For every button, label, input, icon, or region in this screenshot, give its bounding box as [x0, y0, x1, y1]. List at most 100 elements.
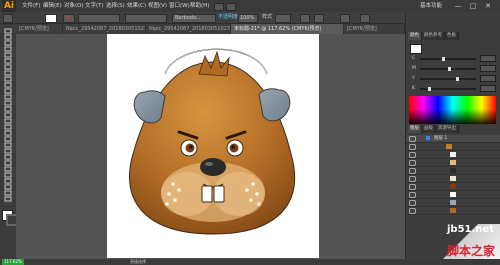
brush-value: Barbodo... — [175, 15, 201, 21]
canvas[interactable] — [16, 34, 404, 258]
tab-asset-export[interactable]: 资源导出 — [436, 125, 459, 133]
opacity-field[interactable]: 100% — [238, 14, 258, 23]
maximize-button[interactable]: □ — [467, 0, 479, 12]
align-icon[interactable] — [300, 14, 310, 23]
variable-width-field[interactable] — [125, 14, 167, 23]
menu-help[interactable]: 帮助(H) — [190, 0, 209, 12]
style-label: 样式 — [262, 14, 273, 20]
visibility-eye-icon[interactable] — [409, 160, 416, 166]
layer-row[interactable] — [406, 191, 500, 199]
visibility-eye-icon[interactable] — [409, 200, 416, 206]
slider-c-label: C — [412, 56, 416, 61]
menu-edit[interactable]: 编辑(E) — [43, 0, 62, 12]
slider-k[interactable] — [420, 87, 476, 91]
slider-k-field[interactable] — [480, 85, 496, 92]
slider-y-field[interactable] — [480, 75, 496, 82]
zoom-field[interactable]: 117.62% — [2, 259, 24, 265]
menu-bar: Ai 文件(F) 编辑(E) 对象(O) 文字(T) 选择(S) 效果(C) 视… — [0, 0, 500, 12]
layer-row[interactable] — [406, 199, 500, 207]
minimize-button[interactable]: — — [452, 0, 464, 12]
toolbox — [0, 24, 18, 259]
watermark-site: jb51.net — [447, 224, 494, 235]
menu-window[interactable]: 窗口(W) — [169, 0, 190, 12]
menu-effect[interactable]: 效果(C) — [127, 0, 146, 12]
layer-row[interactable] — [406, 143, 500, 151]
tab-doc-1[interactable]: [CMYK/预览] — [16, 24, 63, 34]
visibility-eye-icon[interactable] — [409, 184, 416, 190]
slider-c[interactable] — [420, 57, 476, 61]
tab-doc-5[interactable]: [CMYK/预览] — [344, 24, 405, 34]
layer-row[interactable] — [406, 175, 500, 183]
menu-file[interactable]: 文件(F) — [22, 0, 40, 12]
watermark-name: 脚本之家 — [447, 244, 496, 258]
right-tooth — [213, 185, 225, 203]
tab-layers[interactable]: 图层 — [408, 125, 422, 133]
status-bar: 117.62% 直接选择 — [0, 259, 500, 265]
beaver-illustration — [129, 48, 296, 235]
slider-k-label: K — [412, 86, 415, 91]
layer-name: 图层 1 — [434, 136, 448, 141]
isolate-icon[interactable] — [360, 14, 370, 23]
visibility-eye-icon[interactable] — [409, 208, 416, 214]
selection-indicator — [3, 14, 13, 23]
workspace-switcher[interactable]: 基本功能 — [420, 0, 442, 12]
thumbnail — [450, 176, 456, 181]
stroke-weight-field[interactable] — [78, 14, 120, 23]
menu-select[interactable]: 选择(S) — [106, 0, 125, 12]
tab-doc-active[interactable]: 未标题-21* @ 117.62% (CMYK/预览) — [231, 24, 344, 34]
slider-m[interactable] — [420, 67, 476, 71]
tab-swatches[interactable]: 色板 — [445, 32, 459, 40]
brush-field[interactable]: Barbodo... — [172, 14, 216, 23]
layer-row[interactable] — [406, 151, 500, 159]
tab-doc-2[interactable]: Nipic_29542087_20180305102324767000.ai* — [63, 24, 146, 34]
layer-row[interactable] — [406, 183, 500, 191]
thumbnail — [450, 152, 456, 157]
layer-panel-tabs: 图层 画板 资源导出 — [408, 125, 459, 133]
thumbnail — [450, 184, 456, 189]
app-logo: Ai — [2, 0, 16, 12]
tab-artboards[interactable]: 画板 — [422, 125, 436, 133]
visibility-eye-icon[interactable] — [409, 192, 416, 198]
right-panel: 颜色 颜色参考 色板 C M Y K 图层 画板 资源导出 图层 1 — [405, 12, 500, 259]
visibility-eye-icon[interactable] — [409, 144, 416, 150]
layer-row[interactable] — [406, 159, 500, 167]
tab-color-guide[interactable]: 颜色参考 — [422, 32, 445, 40]
menu-view[interactable]: 视图(V) — [148, 0, 167, 12]
slider-m-field[interactable] — [480, 65, 496, 72]
arrange-documents-icon[interactable] — [226, 3, 236, 11]
slider-c-field[interactable] — [480, 55, 496, 62]
visibility-eye-icon[interactable] — [409, 176, 416, 182]
visibility-eye-icon[interactable] — [409, 136, 416, 142]
close-button[interactable]: ✕ — [482, 0, 494, 12]
opacity-label[interactable]: 不透明度 — [218, 12, 238, 23]
recolor-icon[interactable] — [340, 14, 350, 23]
zoom-tool-icon[interactable] — [3, 196, 13, 203]
layer-row[interactable] — [406, 167, 500, 175]
menu-type[interactable]: 文字(T) — [85, 0, 104, 12]
slider-y-label: Y — [412, 76, 415, 81]
fill-color-box[interactable] — [410, 44, 422, 54]
slider-y[interactable] — [420, 77, 476, 81]
hair-tuft — [198, 50, 230, 77]
layer-row-main[interactable]: 图层 1 — [406, 135, 500, 143]
artboard[interactable] — [107, 34, 319, 258]
document-tabs: [CMYK/预览] Nipic_29542087_201803051023247… — [16, 24, 405, 34]
transform-icon[interactable] — [314, 14, 324, 23]
fill-swatch[interactable] — [45, 14, 57, 23]
visibility-eye-icon[interactable] — [409, 168, 416, 174]
thumbnail — [450, 160, 456, 165]
menu-object[interactable]: 对象(O) — [64, 0, 84, 12]
bridge-icon[interactable] — [214, 3, 224, 11]
layer-row[interactable] — [406, 207, 500, 215]
color-spectrum[interactable] — [409, 96, 496, 124]
visibility-eye-icon[interactable] — [409, 152, 416, 158]
thumbnail — [450, 192, 456, 197]
color-panel-tabs: 颜色 颜色参考 色板 — [408, 32, 459, 40]
tab-color[interactable]: 颜色 — [408, 32, 422, 40]
slider-m-label: M — [412, 66, 416, 71]
status-tool-name: 直接选择 — [130, 259, 146, 264]
tab-doc-3[interactable]: Nipic_29542087_20180305102318640000.ai* — [146, 24, 231, 34]
left-headphone — [133, 90, 166, 124]
right-headphone — [258, 88, 291, 122]
style-picker[interactable] — [275, 14, 291, 23]
